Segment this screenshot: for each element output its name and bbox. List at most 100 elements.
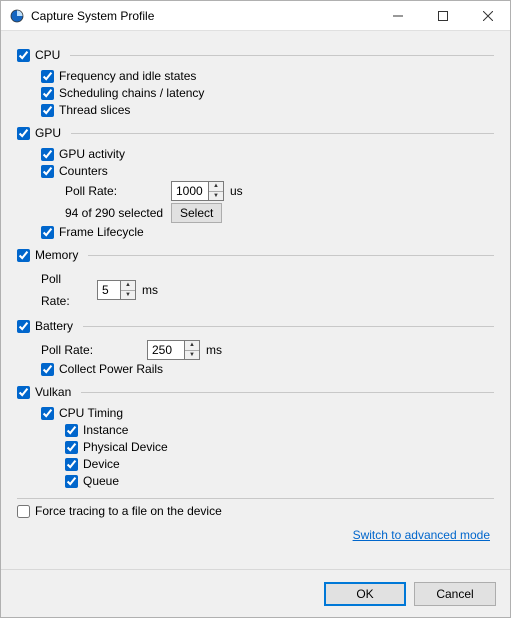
vulkan-queue-input[interactable] — [65, 475, 78, 488]
vulkan-instance-input[interactable] — [65, 424, 78, 437]
battery-rule — [83, 326, 494, 327]
memory-poll-row: Poll Rate: ▲ ▼ ms — [41, 268, 494, 312]
memory-poll-label: Poll Rate: — [41, 268, 91, 312]
vulkan-device-label: Device — [83, 456, 120, 473]
button-bar: OK Cancel — [1, 569, 510, 617]
cpu-sched-input[interactable] — [41, 87, 54, 100]
memory-checkbox-input[interactable] — [17, 249, 30, 262]
minimize-icon — [393, 11, 403, 21]
gpu-poll-spin-buttons[interactable]: ▲ ▼ — [208, 182, 223, 200]
vulkan-section-head: Vulkan — [17, 384, 494, 401]
gpu-poll-unit: us — [230, 180, 243, 202]
spin-down-icon[interactable]: ▼ — [209, 192, 223, 201]
gpu-poll-row: Poll Rate: ▲ ▼ us — [65, 180, 494, 202]
window-controls — [375, 1, 510, 30]
battery-rails-label: Collect Power Rails — [59, 361, 163, 378]
gpu-frame-input[interactable] — [41, 226, 54, 239]
battery-label: Battery — [35, 318, 73, 335]
spin-down-icon[interactable]: ▼ — [185, 351, 199, 360]
maximize-icon — [438, 11, 448, 21]
vulkan-queue-checkbox[interactable]: Queue — [65, 473, 494, 490]
gpu-select-row: 94 of 290 selected Select — [65, 202, 494, 224]
battery-poll-spinner[interactable]: ▲ ▼ — [147, 340, 200, 360]
gpu-activity-input[interactable] — [41, 148, 54, 161]
cpu-sched-checkbox[interactable]: Scheduling chains / latency — [41, 85, 494, 102]
gpu-counters-checkbox[interactable]: Counters — [41, 163, 494, 180]
gpu-counters-input[interactable] — [41, 165, 54, 178]
spin-down-icon[interactable]: ▼ — [121, 291, 135, 300]
maximize-button[interactable] — [420, 1, 465, 30]
spin-up-icon[interactable]: ▲ — [121, 281, 135, 291]
advanced-mode-row: Switch to advanced mode — [17, 520, 494, 548]
spin-up-icon[interactable]: ▲ — [209, 182, 223, 192]
battery-poll-label: Poll Rate: — [41, 339, 141, 361]
battery-rails-input[interactable] — [41, 363, 54, 376]
vulkan-cpu-timing-label: CPU Timing — [59, 405, 123, 422]
vulkan-physical-input[interactable] — [65, 441, 78, 454]
memory-poll-spin-buttons[interactable]: ▲ ▼ — [120, 281, 135, 299]
cpu-freq-input[interactable] — [41, 70, 54, 83]
ok-button[interactable]: OK — [324, 582, 406, 606]
gpu-frame-label: Frame Lifecycle — [59, 224, 144, 241]
battery-rails-checkbox[interactable]: Collect Power Rails — [41, 361, 494, 378]
vulkan-queue-label: Queue — [83, 473, 119, 490]
minimize-button[interactable] — [375, 1, 420, 30]
cpu-slices-input[interactable] — [41, 104, 54, 117]
separator — [17, 498, 494, 499]
cpu-checkbox-input[interactable] — [17, 49, 30, 62]
dialog-window: Capture System Profile CPU Freq — [0, 0, 511, 618]
gpu-activity-label: GPU activity — [59, 146, 125, 163]
spin-up-icon[interactable]: ▲ — [185, 341, 199, 351]
vulkan-physical-checkbox[interactable]: Physical Device — [65, 439, 494, 456]
vulkan-rule — [81, 392, 494, 393]
close-button[interactable] — [465, 1, 510, 30]
cancel-button[interactable]: Cancel — [414, 582, 496, 606]
vulkan-cpu-timing-checkbox[interactable]: CPU Timing — [41, 405, 494, 422]
cpu-freq-checkbox[interactable]: Frequency and idle states — [41, 68, 494, 85]
battery-checkbox-input[interactable] — [17, 320, 30, 333]
vulkan-instance-label: Instance — [83, 422, 128, 439]
gpu-counters-label: Counters — [59, 163, 108, 180]
advanced-mode-link[interactable]: Switch to advanced mode — [353, 528, 490, 542]
gpu-checkbox-input[interactable] — [17, 127, 30, 140]
battery-poll-row: Poll Rate: ▲ ▼ ms — [41, 339, 494, 361]
gpu-activity-checkbox[interactable]: GPU activity — [41, 146, 494, 163]
battery-poll-spin-buttons[interactable]: ▲ ▼ — [184, 341, 199, 359]
cpu-section-head: CPU — [17, 47, 494, 64]
memory-poll-spinner[interactable]: ▲ ▼ — [97, 280, 136, 300]
memory-poll-unit: ms — [142, 279, 158, 301]
dialog-content: CPU Frequency and idle states Scheduling… — [1, 31, 510, 569]
vulkan-physical-label: Physical Device — [83, 439, 168, 456]
cpu-checkbox[interactable]: CPU — [17, 47, 66, 64]
vulkan-instance-checkbox[interactable]: Instance — [65, 422, 494, 439]
cpu-sched-label: Scheduling chains / latency — [59, 85, 204, 102]
app-icon — [9, 8, 25, 24]
cpu-slices-checkbox[interactable]: Thread slices — [41, 102, 494, 119]
vulkan-device-input[interactable] — [65, 458, 78, 471]
vulkan-label: Vulkan — [35, 384, 71, 401]
vulkan-checkbox[interactable]: Vulkan — [17, 384, 77, 401]
gpu-poll-input[interactable] — [172, 182, 208, 200]
gpu-frame-checkbox[interactable]: Frame Lifecycle — [41, 224, 494, 241]
memory-rule — [88, 255, 494, 256]
memory-checkbox[interactable]: Memory — [17, 247, 84, 264]
force-file-checkbox[interactable]: Force tracing to a file on the device — [17, 503, 494, 520]
gpu-checkbox[interactable]: GPU — [17, 125, 67, 142]
cpu-slices-label: Thread slices — [59, 102, 130, 119]
memory-poll-input[interactable] — [98, 281, 120, 299]
gpu-select-button[interactable]: Select — [171, 203, 222, 223]
vulkan-device-checkbox[interactable]: Device — [65, 456, 494, 473]
force-file-input[interactable] — [17, 505, 30, 518]
gpu-poll-label: Poll Rate: — [65, 180, 165, 202]
window-title: Capture System Profile — [31, 9, 375, 23]
cpu-freq-label: Frequency and idle states — [59, 68, 196, 85]
vulkan-cpu-timing-input[interactable] — [41, 407, 54, 420]
titlebar: Capture System Profile — [1, 1, 510, 31]
battery-checkbox[interactable]: Battery — [17, 318, 79, 335]
gpu-poll-spinner[interactable]: ▲ ▼ — [171, 181, 224, 201]
memory-label: Memory — [35, 247, 78, 264]
battery-poll-input[interactable] — [148, 341, 184, 359]
battery-section-head: Battery — [17, 318, 494, 335]
vulkan-checkbox-input[interactable] — [17, 386, 30, 399]
gpu-rule — [71, 133, 494, 134]
